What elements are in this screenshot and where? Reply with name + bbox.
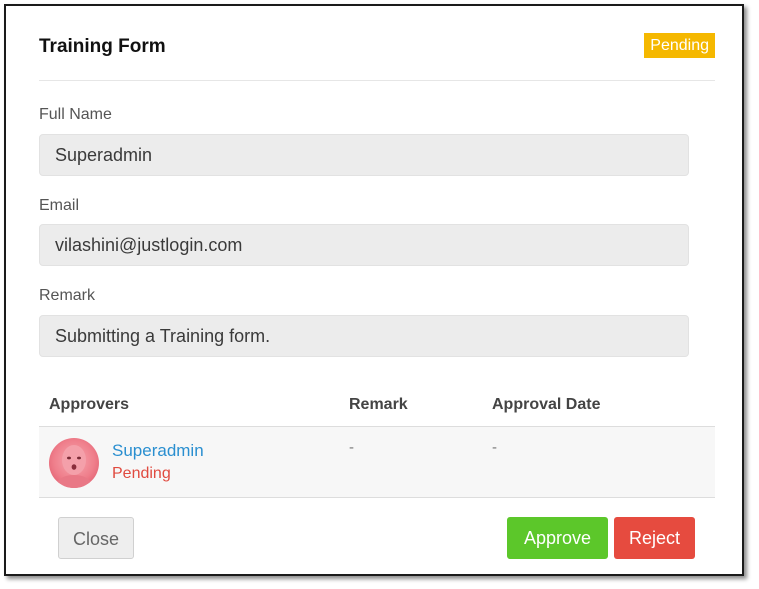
approver-status: Pending [112, 465, 171, 482]
dialog-title: Training Form [39, 36, 166, 57]
user-avatar-icon [49, 438, 99, 488]
approve-button[interactable]: Approve [507, 517, 608, 559]
approvers-table: Approvers Remark Approval Date Superadmi… [39, 386, 715, 498]
approvers-column-header: Approvers [49, 396, 130, 413]
approval-date-column-header: Approval Date [492, 396, 601, 413]
training-form-dialog: Training Form Pending Full Name Superadm… [4, 4, 744, 576]
remark-label: Remark [39, 287, 96, 304]
full-name-label: Full Name [39, 106, 112, 123]
table-row: Superadmin Pending - - [39, 427, 715, 498]
dialog-header: Training Form Pending [39, 30, 715, 81]
approver-remark: - [349, 439, 354, 456]
approver-approval-date: - [492, 439, 497, 456]
full-name-field: Superadmin [39, 134, 689, 176]
reject-button[interactable]: Reject [614, 517, 695, 559]
approver-name-link[interactable]: Superadmin [112, 441, 204, 461]
status-badge: Pending [644, 33, 715, 58]
table-header-row: Approvers Remark Approval Date [39, 386, 715, 427]
email-field: vilashini@justlogin.com [39, 224, 689, 266]
close-button[interactable]: Close [58, 517, 134, 559]
remark-field: Submitting a Training form. [39, 315, 689, 357]
email-label: Email [39, 197, 80, 214]
remark-column-header: Remark [349, 396, 408, 413]
